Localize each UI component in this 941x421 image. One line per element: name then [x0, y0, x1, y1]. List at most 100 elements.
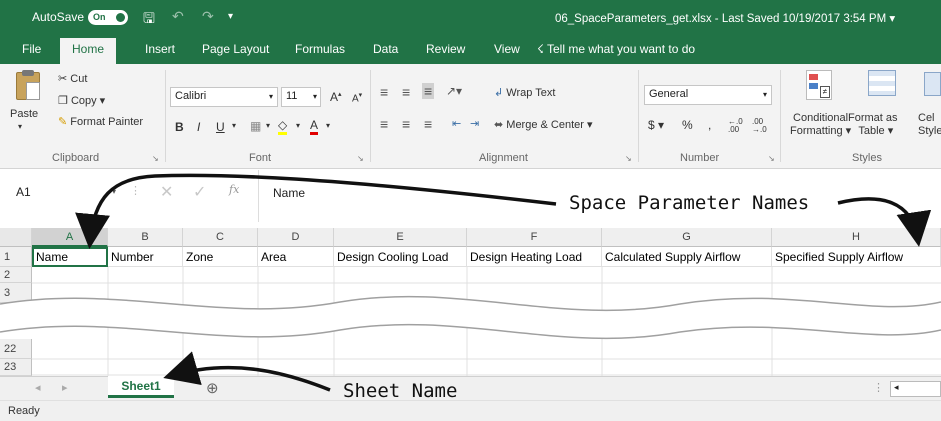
sheet-tab-sheet1[interactable]: Sheet1	[108, 376, 174, 398]
conditional-formatting-icon[interactable]: ≠	[806, 70, 832, 100]
format-painter-button[interactable]: ✎ Format Painter	[58, 115, 143, 128]
cell-b1[interactable]: Number	[108, 247, 183, 267]
row-header-2[interactable]: 2	[0, 267, 32, 283]
column-header-f[interactable]: F	[467, 228, 602, 247]
copy-button[interactable]: ❐ Copy ▾	[58, 94, 105, 107]
column-header-h[interactable]: H	[772, 228, 941, 247]
column-header-d[interactable]: D	[258, 228, 334, 247]
align-center-icon[interactable]: ≡	[402, 116, 410, 132]
paste-dropdown-icon[interactable]: ▾	[18, 122, 22, 131]
chevron-down-icon[interactable]: ▾	[232, 121, 236, 130]
format-as-table-icon[interactable]	[868, 70, 896, 96]
shrink-font-icon[interactable]: A▾	[352, 91, 362, 104]
cell-a1[interactable]: Name	[32, 247, 108, 267]
italic-icon[interactable]: I	[197, 120, 200, 134]
cell-f1[interactable]: Design Heating Load	[467, 247, 602, 267]
cell-h1[interactable]: Specified Supply Airflow	[772, 247, 941, 267]
chevron-down-icon[interactable]: ▾	[266, 121, 270, 130]
comma-button[interactable]: ,	[708, 118, 711, 132]
underline-icon[interactable]: U	[216, 120, 225, 134]
enter-icon[interactable]: ✓	[193, 182, 206, 202]
clipboard-launcher-icon[interactable]: ↘	[152, 154, 159, 163]
tab-review[interactable]: Review	[426, 42, 465, 56]
grow-font-icon[interactable]: A▴	[330, 90, 342, 104]
autosave-toggle[interactable]: On	[88, 10, 128, 25]
scroll-left-icon[interactable]: ◂	[35, 381, 41, 394]
row-header-3[interactable]: 3	[0, 283, 32, 303]
wrap-text-icon: ↲	[494, 87, 504, 99]
number-launcher-icon[interactable]: ↘	[768, 154, 775, 163]
column-header-a[interactable]: A	[32, 228, 108, 247]
row-header-22[interactable]: 22	[0, 339, 32, 359]
align-middle-icon[interactable]: ≡	[402, 84, 410, 100]
font-name-select[interactable]: Calibri ▾	[170, 87, 278, 107]
tab-view[interactable]: View	[494, 42, 520, 56]
merge-center-button[interactable]: ⬌ Merge & Center ▾	[494, 118, 593, 131]
cell-styles-button[interactable]: Cel Style	[918, 112, 941, 138]
borders-icon[interactable]: ▦	[250, 119, 261, 133]
currency-button[interactable]: $ ▾	[648, 118, 664, 132]
chevron-down-icon[interactable]: ▾	[296, 121, 300, 130]
insert-function-icon[interactable]: fx	[229, 183, 239, 196]
redo-icon[interactable]: ↷	[202, 8, 214, 25]
column-header-g[interactable]: G	[602, 228, 772, 247]
tab-insert[interactable]: Insert	[145, 42, 175, 56]
tab-formulas[interactable]: Formulas	[295, 42, 345, 56]
tab-data[interactable]: Data	[373, 42, 398, 56]
undo-icon[interactable]: ↶	[172, 8, 184, 25]
decrease-decimal-icon[interactable]: .00 →.0	[752, 118, 767, 134]
alignment-launcher-icon[interactable]: ↘	[625, 154, 632, 163]
align-top-icon[interactable]: ≡	[380, 84, 388, 100]
tab-file[interactable]: File	[22, 42, 41, 56]
chevron-down-icon: ▾	[111, 187, 116, 196]
font-color-icon[interactable]: A	[310, 118, 319, 135]
worksheet-grid[interactable]: A B C D E F G H 1 2 3 22 23 Name Number …	[0, 228, 941, 376]
cell-styles-icon[interactable]	[924, 72, 941, 96]
conditional-formatting-button[interactable]: Conditional Formatting ▾	[790, 112, 851, 138]
tell-me-search[interactable]: ☇ Tell me what you want to do	[537, 42, 695, 56]
scroll-right-icon[interactable]: ▸	[62, 381, 68, 394]
column-header-c[interactable]: C	[183, 228, 258, 247]
format-as-table-button[interactable]: Format as Table ▾	[848, 112, 898, 138]
new-sheet-icon[interactable]: ⊕	[206, 379, 219, 397]
paste-button[interactable]: Paste	[10, 108, 38, 120]
file-title: 06_SpaceParameters_get.xlsx - Last Saved…	[555, 13, 896, 25]
decrease-indent-icon[interactable]: ⇤	[452, 117, 461, 130]
styles-group-label: Styles	[852, 152, 882, 164]
row-header-23[interactable]: 23	[0, 359, 32, 376]
wrap-text-button[interactable]: ↲ Wrap Text	[494, 86, 555, 99]
percent-button[interactable]: %	[682, 118, 693, 132]
font-launcher-icon[interactable]: ↘	[357, 154, 364, 163]
column-header-b[interactable]: B	[108, 228, 183, 247]
increase-indent-icon[interactable]: ⇥	[470, 117, 479, 130]
cut-button[interactable]: ✂ Cut	[58, 72, 87, 85]
paste-icon[interactable]	[16, 70, 40, 100]
align-left-icon[interactable]: ≡	[380, 116, 388, 132]
number-format-select[interactable]: General ▾	[644, 85, 772, 105]
cell-c1[interactable]: Zone	[183, 247, 258, 267]
cancel-icon[interactable]: ✕	[160, 182, 173, 202]
orientation-icon[interactable]: ↗▾	[446, 84, 462, 98]
column-header-e[interactable]: E	[334, 228, 467, 247]
cell-g1[interactable]: Calculated Supply Airflow	[602, 247, 772, 267]
name-box[interactable]: A1 ▾	[10, 182, 122, 204]
align-bottom-icon[interactable]: ≡	[422, 83, 435, 99]
save-icon[interactable]: 🖫	[143, 8, 155, 32]
cell-e1[interactable]: Design Cooling Load	[334, 247, 467, 267]
customize-toolbar-icon[interactable]: ▾	[228, 11, 233, 22]
increase-decimal-icon[interactable]: ←.0.00	[728, 118, 743, 134]
chevron-down-icon[interactable]: ▾	[326, 121, 330, 130]
bold-icon[interactable]: B	[175, 120, 184, 134]
tab-home[interactable]: Home	[60, 38, 117, 64]
horizontal-scrollbar[interactable]: ◂	[890, 381, 941, 397]
split-handle-icon[interactable]: ⋮	[873, 381, 884, 394]
row-header-1[interactable]: 1	[0, 247, 32, 267]
group-separator	[780, 70, 781, 162]
font-size-select[interactable]: 11 ▾	[281, 87, 321, 107]
fill-color-icon[interactable]: ◇	[278, 118, 288, 135]
scroll-left-arrow-icon[interactable]: ◂	[894, 382, 899, 393]
align-right-icon[interactable]: ≡	[424, 116, 432, 132]
tab-page-layout[interactable]: Page Layout	[202, 42, 269, 56]
select-all-corner[interactable]	[0, 228, 32, 247]
cell-d1[interactable]: Area	[258, 247, 334, 267]
